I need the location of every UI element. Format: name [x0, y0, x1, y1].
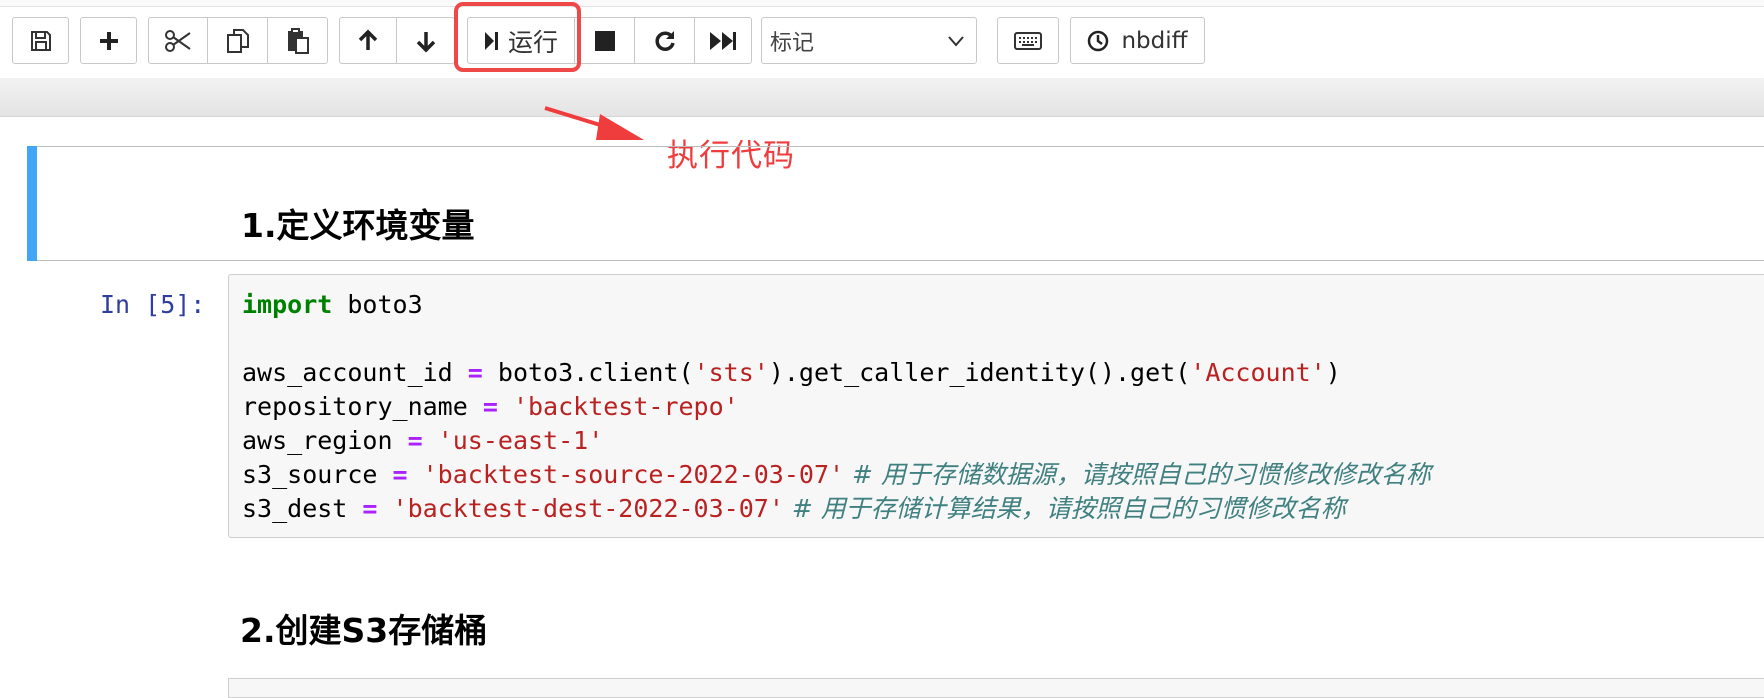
code-cell-editor-next[interactable] [228, 678, 1764, 698]
code-line: aws_account_id = boto3.client('sts').get… [242, 358, 1341, 387]
annotation-arrow-icon [544, 106, 644, 140]
cell-type-value: 标记 [770, 30, 815, 56]
code-line: repository_name = 'backtest-repo' [242, 392, 739, 421]
insert-cell-button[interactable] [80, 17, 137, 64]
save-button[interactable] [12, 17, 69, 64]
plus-icon [98, 30, 120, 52]
paste-icon [286, 27, 310, 54]
heading-create-s3-bucket: 2.创建S3存储桶 [240, 611, 488, 650]
code-line: import boto3 [242, 290, 423, 319]
interrupt-button[interactable] [575, 17, 635, 64]
keyboard-icon [1014, 31, 1042, 50]
fast-forward-icon [709, 30, 737, 52]
copy-button[interactable] [208, 17, 268, 64]
arrow-down-icon [414, 29, 438, 53]
run-button-highlight [454, 2, 581, 72]
cell-type-select[interactable]: 标记 [761, 17, 977, 64]
paste-button[interactable] [268, 17, 328, 64]
clock-icon [1087, 30, 1109, 52]
top-divider [0, 0, 1764, 7]
move-up-button[interactable] [339, 17, 397, 64]
code-line: s3_source = 'backtest-source-2022-03-07'… [242, 460, 1431, 489]
restart-run-all-button[interactable] [695, 17, 752, 64]
cut-button[interactable] [148, 17, 208, 64]
notebook-toolbar: 运行 标记 nbdiff [0, 0, 1764, 78]
nbdiff-label: nbdiff [1121, 27, 1188, 54]
restart-kernel-button[interactable] [635, 17, 695, 64]
nbdiff-button[interactable]: nbdiff [1070, 17, 1205, 64]
stop-icon [594, 30, 616, 52]
arrow-up-icon [356, 29, 380, 53]
copy-icon [226, 28, 250, 54]
code-line: s3_dest = 'backtest-dest-2022-03-07' # 用… [242, 494, 1346, 523]
save-icon [29, 29, 53, 53]
scissors-icon [164, 29, 192, 53]
move-down-button[interactable] [397, 17, 455, 64]
input-prompt: In [5]: [100, 290, 206, 319]
toolbar-bottom-strip [0, 78, 1764, 117]
command-palette-button[interactable] [997, 17, 1059, 64]
code-line: aws_region = 'us-east-1' [242, 426, 604, 455]
chevron-down-icon [946, 31, 966, 57]
selected-cell-indicator [27, 146, 37, 261]
heading-define-env-vars: 1.定义环境变量 [241, 206, 475, 245]
restart-icon [653, 29, 677, 53]
